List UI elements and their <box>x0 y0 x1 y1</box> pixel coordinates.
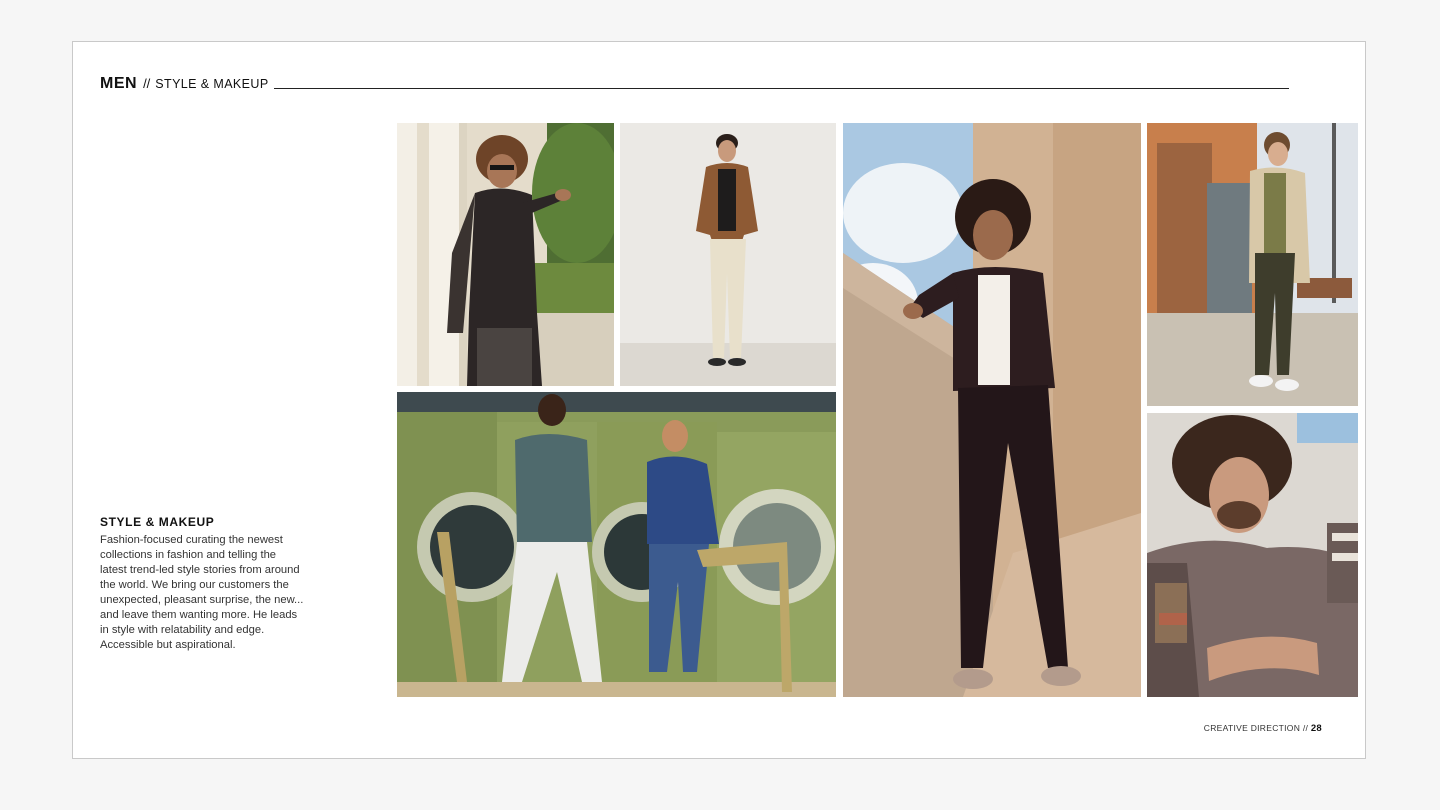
intro-body: Fashion-focused curating the newest coll… <box>100 534 304 651</box>
header-title: MEN <box>100 75 138 92</box>
slide-page: MEN // STYLE & MAKEUP STYLE & MAKEUP Fas… <box>72 41 1366 759</box>
photo-wavy-hair-knit-sweater-man <box>1147 413 1358 697</box>
footer-separator: // <box>1302 723 1309 733</box>
page-number: 28 <box>1310 723 1322 734</box>
intro-text-block: STYLE & MAKEUP Fashion-focused curating … <box>100 515 305 653</box>
header-rule <box>274 88 1289 89</box>
footer-label: CREATIVE DIRECTION <box>1203 723 1301 733</box>
page-header: MEN // STYLE & MAKEUP <box>100 75 269 93</box>
photo-laundromat-two-men <box>397 392 836 697</box>
header-subtitle: STYLE & MAKEUP <box>155 77 269 91</box>
photo-curly-hair-sunglasses-man <box>397 123 614 386</box>
photo-street-beige-coat-man <box>1147 123 1358 406</box>
page-footer: CREATIVE DIRECTION // 28 <box>1204 723 1322 734</box>
header-separator: // <box>143 76 151 91</box>
photo-man-against-concrete-wall <box>843 123 1141 697</box>
photo-brown-jacket-man <box>620 123 836 386</box>
intro-heading: STYLE & MAKEUP <box>100 515 215 529</box>
